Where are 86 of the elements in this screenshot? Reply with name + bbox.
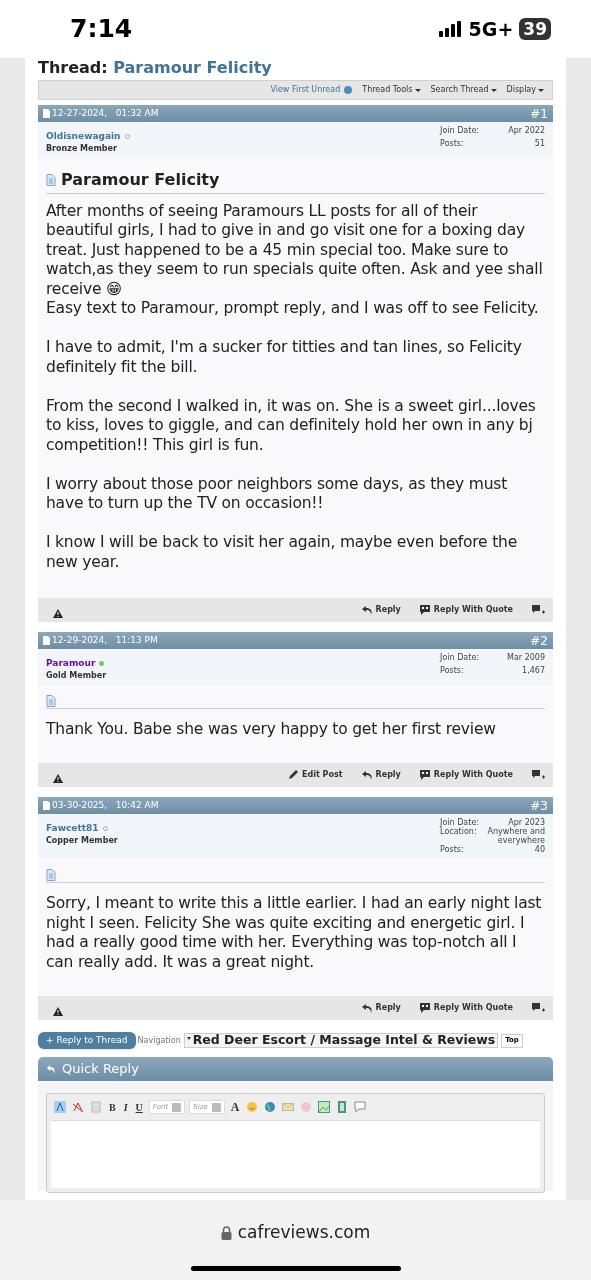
- format-button[interactable]: B: [107, 1099, 118, 1115]
- menu-link[interactable]: Thread Tools: [362, 84, 421, 96]
- member-rank: Copper Member: [46, 835, 118, 845]
- home-indicator[interactable]: [190, 1265, 401, 1271]
- document-icon: [46, 694, 56, 707]
- info-label: Join Date:: [440, 653, 479, 664]
- post-date: 03-30-2025, 10:42 AM: [52, 798, 159, 812]
- warning-icon: [53, 1006, 63, 1016]
- warning-icon: [53, 773, 63, 783]
- dropdown-icon: [211, 1102, 221, 1112]
- member-rank: Bronze Member: [46, 143, 118, 153]
- font-size-icon[interactable]: [53, 1100, 67, 1114]
- clock-time: 7:14: [70, 13, 133, 46]
- view-unread-link[interactable]: View First Unread: [270, 84, 353, 96]
- page-icon: [43, 109, 50, 118]
- multi-quote-icon: [531, 604, 545, 616]
- info-value: 1,467: [521, 666, 545, 678]
- post-action-button[interactable]: Reply With Quote: [418, 769, 513, 781]
- username-link[interactable]: Paramour: [46, 657, 96, 671]
- post-text: I know I will be back to visit her again, maybe even before the new year.: [46, 533, 519, 572]
- multi-quote-icon: [531, 1002, 545, 1014]
- post-title: Paramour Felicity: [61, 168, 220, 191]
- info-value: Mar 2009: [506, 653, 545, 664]
- post-text: Thank You. Babe she was very happy to get her first review: [46, 719, 497, 739]
- document-icon: [46, 173, 56, 186]
- forum-select[interactable]: Red Deer Escort / Massage Intel & Reviews: [183, 1033, 499, 1048]
- remove-format-icon[interactable]: [71, 1100, 85, 1114]
- info-label: Posts:: [440, 139, 465, 151]
- post-text: I worry about those poor neighbors some days, as they must have to turn up the TV on occasion!!: [46, 474, 508, 514]
- network-label: 5G+: [468, 16, 514, 42]
- format-button[interactable]: A: [228, 1098, 242, 1116]
- menu-link[interactable]: Search Thread: [430, 84, 497, 96]
- format-button[interactable]: I: [121, 1099, 130, 1115]
- post-text: After months of seeing Paramours LL posts for all of their beautiful girls, I had to give in and go visit one for a boxing day treat. Just happened to be a 45 min special too. Make sure to watch,as they seem to run specials quite often. Ask and yee shall receive 😁: [46, 201, 544, 299]
- quote-icon: [418, 1002, 431, 1014]
- post-action-button[interactable]: Reply With Quote: [418, 604, 513, 616]
- post-action-button[interactable]: Reply With Quote: [418, 1002, 513, 1014]
- info-value: 40: [534, 845, 545, 854]
- thread-title: Thread: Paramour Felicity: [38, 58, 273, 78]
- info-label: Location:: [440, 827, 478, 838]
- quick-reply-title: Quick Reply: [62, 1060, 139, 1079]
- info-label: Join Date:: [440, 126, 479, 137]
- dropdown-icon: [172, 1102, 182, 1112]
- reply-icon: [46, 1064, 56, 1074]
- navigation-label: Navigation: [137, 1034, 181, 1047]
- post-action-button[interactable]: Edit Post: [287, 769, 343, 781]
- url-text[interactable]: cafreviews.com: [237, 1220, 371, 1246]
- info-label: Posts:: [440, 845, 465, 854]
- info-value: 51: [533, 139, 545, 151]
- post-action-button[interactable]: Reply: [360, 769, 401, 781]
- warning-icon: [53, 608, 63, 618]
- username-link[interactable]: Fawcett81: [46, 822, 99, 836]
- multi-quote-icon: [531, 769, 545, 781]
- post-text: Sorry, I meant to write this a little earlier. I had an early night last night I seen. Felicity She was quite exciting and energetic girl. I had a really good time with her. Everything was top-notch all I can really add. It was a great night.: [46, 894, 543, 972]
- lock-icon: [220, 1225, 232, 1240]
- post-action-button[interactable]: Reply: [360, 1002, 401, 1014]
- page-icon: [43, 636, 50, 645]
- page-icon: [43, 801, 50, 810]
- quote-icon: [418, 604, 431, 616]
- envelope-icon[interactable]: [281, 1100, 296, 1114]
- info-value: Apr 2022: [507, 126, 545, 137]
- info-label: Posts:: [440, 666, 465, 678]
- info-label: Join Date:: [440, 818, 479, 827]
- menu-link[interactable]: Display: [506, 84, 544, 96]
- post-date: 12-29-2024, 11:13 PM: [52, 633, 158, 647]
- quote-icon: [418, 769, 431, 781]
- format-button[interactable]: U: [133, 1099, 145, 1115]
- globe-icon[interactable]: [263, 1100, 278, 1114]
- battery-indicator: 39: [519, 18, 551, 40]
- info-value: Apr 2023: [508, 818, 545, 827]
- info-value: Anywhere and everywhere: [486, 827, 545, 845]
- signal-icon: [438, 21, 463, 37]
- username-link[interactable]: Oldisnewagain: [46, 130, 121, 144]
- pencil-icon: [287, 769, 300, 781]
- post-date: 12-27-2024, 01:32 AM: [52, 106, 159, 120]
- image-icon[interactable]: [317, 1100, 332, 1114]
- post-action-button[interactable]: Reply: [360, 604, 401, 616]
- forum-name: Red Deer Escort / Massage Intel & Reviews: [192, 1031, 496, 1050]
- comment-icon[interactable]: [353, 1100, 368, 1114]
- post-text: Easy text to Paramour, prompt reply, and I was off to see Felicity.: [46, 299, 540, 319]
- smiley-icon[interactable]: [245, 1100, 260, 1114]
- document-icon: [46, 869, 56, 881]
- post-text: I have to admit, I'm a sucker for titties and tan lines, so Felicity definitely fit the bill.: [46, 338, 523, 377]
- reply-to-thread-button[interactable]: + Reply to Thread: [38, 1032, 136, 1049]
- post-text: From the second I walked in, it was on. She is a sweet girl...loves to kiss, loves to giggle, and can definitely hold her own in any bj competition!! This girl is fun.: [46, 396, 537, 455]
- member-rank: Gold Member: [46, 670, 107, 680]
